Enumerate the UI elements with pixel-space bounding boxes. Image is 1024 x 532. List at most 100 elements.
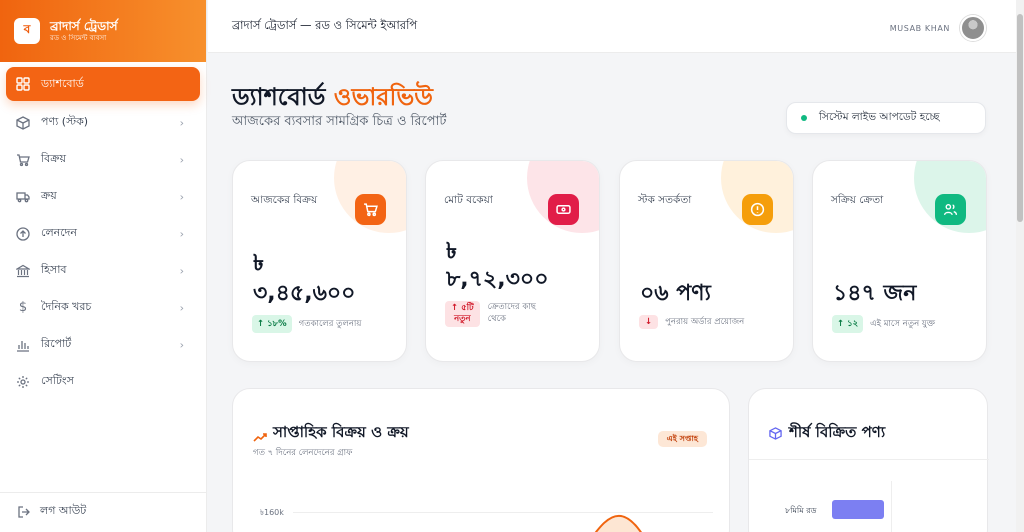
avatar[interactable] [960,15,986,41]
divider [749,459,989,460]
note-line: ক্রেতাদের কাছ [487,302,536,312]
cube-icon [769,425,782,444]
sidebar-item-daily-expense[interactable]: $ দৈনিক খরচ › [6,289,200,326]
card-value: ১৪৭ জন [833,281,917,306]
users-icon [935,194,966,225]
period-filter[interactable]: এই সপ্তাহ [657,431,707,447]
sidebar-item-label: ক্রয় [41,189,57,202]
wallet-icon [548,194,579,225]
sidebar-item-label: সেটিংস [41,374,74,387]
product-bar [832,500,884,519]
card-value: ৮,৭২,৩০০ [446,267,549,292]
sidebar-item-settings[interactable]: সেটিংস [6,363,200,400]
card-foot: ↓ পুনরায় অর্ডার প্রয়োজন [639,315,744,329]
status-dot [801,115,807,121]
logout-icon [16,504,32,520]
gridline [891,481,892,532]
card-value-currency: ৳ [253,251,264,276]
stat-card-stock-alert[interactable]: স্টক সতর্কতা ০৬ পণ্য ↓ পুনরায় অর্ডার প্… [619,160,794,362]
card-note: পুনরায় অর্ডার প্রয়োজন [665,317,745,327]
stat-card-active-customers[interactable]: সক্রিয় ক্রেতা ১৪৭ জন ↑ ১২ এই মাসে নতুন … [812,160,987,362]
sidebar-item-label: হিসাব [41,263,67,276]
stat-card-today-sales[interactable]: আজকের বিক্রয় ৳ ৩,৪৫,৬০০ ↑ ১৮% গতকালের ত… [232,160,407,362]
trend-badge: ↓ [639,315,659,329]
trend-badge: ↑ ৫টি নতুন [445,301,480,327]
sidebar-item-sales[interactable]: বিক্রয় › [6,141,200,178]
brand-title: ব্রাদার্স ট্রেডার্স [50,19,118,33]
panel-subtitle: গত ৭ দিনের লেনদেনের গ্রাফ [253,448,353,458]
badge-line: ↑ ৫টি [451,303,474,313]
chevron-right-icon: › [179,190,184,203]
card-label: আজকের বিক্রয় [251,194,318,206]
card-value: ৩,৪৫,৬০০ [253,281,356,306]
box-icon [15,115,31,131]
topbar: ব্রাদার্স ট্রেডার্স — রড ও সিমেন্ট ইআরপি… [208,0,1016,53]
sidebar-item-reports[interactable]: রিপোর্ট › [6,326,200,363]
panel-title: শীর্ষ বিক্রিত পণ্য [789,423,886,441]
sidebar-item-label: রিপোর্ট [41,337,72,350]
sidebar-item-label: পণ্য (স্টক) [41,115,89,128]
truck-icon [15,189,31,205]
app-title: ব্রাদার্স ট্রেডার্স — রড ও সিমেন্ট ইআরপি [232,17,418,32]
card-foot: ↑ ১২ এই মাসে নতুন যুক্ত [832,315,935,333]
weekly-chart-panel: সাপ্তাহিক বিক্রয় ও ক্রয় গত ৭ দিনের লেন… [232,388,730,532]
sidebar-item-label: দৈনিক খরচ [41,300,92,313]
user-menu[interactable]: MUSAB KHAN [890,15,986,41]
note-line: থেকে [487,314,506,324]
dollar-icon: $ [18,300,28,315]
grid-icon [15,76,31,92]
brand-logo: ব [14,18,40,44]
logout-button[interactable]: লগ আউট [0,492,207,522]
card-label: সক্রিয় ক্রেতা [831,194,884,206]
sidebar-item-label: লেনদেন [41,226,77,239]
panel-title: সাপ্তাহিক বিক্রয় ও ক্রয় [273,423,409,441]
chevron-right-icon: › [179,338,184,351]
logout-label: লগ আউট [40,504,87,517]
arrow-circle-icon [15,226,31,242]
card-label: স্টক সতর্কতা [638,194,692,206]
card-value-currency: ৳ [446,239,457,264]
trend-badge: ↑ ১২ [832,315,864,333]
card-foot: ↑ ৫টি নতুন ক্রেতাদের কাছ থেকে [445,301,536,327]
trend-badge: ↑ ১৮% [252,315,292,333]
scrollbar[interactable] [1016,0,1024,532]
sidebar-item-label: ড্যাশবোর্ড [41,76,84,90]
page-subtitle: আজকের ব্যবসার সামগ্রিক চিত্র ও রিপোর্ট [232,114,447,129]
badge-line: নতুন [454,314,471,324]
page-title-main: ড্যাশবোর্ড [232,83,326,111]
page-title-accent: ওভারভিউ [333,83,433,111]
alert-icon [742,194,773,225]
live-status-text: সিস্টেম লাইভ আপডেট হচ্ছে [819,110,940,123]
gear-icon [15,374,31,390]
trend-up-icon [253,427,267,446]
sales-curve [594,514,643,532]
chevron-right-icon: › [179,116,184,129]
sidebar-item-label: বিক্রয় [41,152,66,165]
live-status-pill: সিস্টেম লাইভ আপডেট হচ্ছে [786,102,986,134]
card-foot: ↑ ১৮% গতকালের তুলনায় [252,315,361,333]
chevron-right-icon: › [179,227,184,240]
card-label: মোট বকেয়া [444,194,493,206]
top-products-panel: শীর্ষ বিক্রিত পণ্য ৮মিমি রড [748,388,989,532]
card-value: ০৬ পণ্য [640,281,711,306]
card-note: গতকালের তুলনায় [298,319,362,329]
stat-card-total-due[interactable]: মোট বকেয়া ৳ ৮,৭২,৩০০ ↑ ৫টি নতুন ক্রেতাদ… [425,160,600,362]
sidebar-item-products[interactable]: পণ্য (স্টক) › [6,104,200,141]
sidebar-nav: ড্যাশবোর্ড পণ্য (স্টক) › বিক্রয় › ক্রয়… [0,62,206,400]
cart-icon [355,194,386,225]
card-note: এই মাসে নতুন যুক্ত [870,319,936,329]
chevron-right-icon: › [179,264,184,277]
sidebar-item-dashboard[interactable]: ড্যাশবোর্ড [6,67,200,101]
brand-subtitle: রড ও সিমেন্ট ব্যবসা [50,34,107,42]
sidebar-item-accounts[interactable]: হিসাব › [6,252,200,289]
scroll-thumb[interactable] [1017,14,1023,222]
user-name: MUSAB KHAN [889,23,950,33]
chevron-right-icon: › [179,301,184,314]
sidebar-item-purchase[interactable]: ক্রয় › [6,178,200,215]
bank-icon [15,263,31,279]
sidebar-item-transactions[interactable]: লেনদেন › [6,215,200,252]
brand-header[interactable]: ব ব্রাদার্স ট্রেডার্স রড ও সিমেন্ট ব্যবস… [0,0,206,62]
bar-chart-icon [15,337,31,353]
chevron-right-icon: › [179,153,184,166]
y-axis-tick: ৳160k [260,508,284,517]
